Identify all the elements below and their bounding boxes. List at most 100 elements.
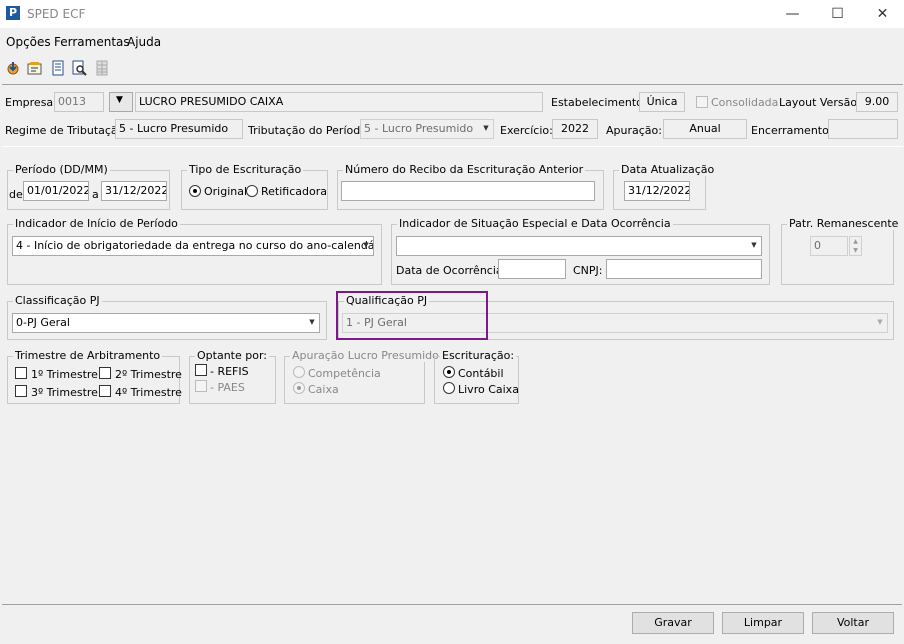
properties-icon[interactable] bbox=[27, 60, 43, 76]
bottom-separator bbox=[2, 604, 902, 605]
layout-versao-label: Layout Versão: bbox=[779, 96, 861, 109]
voltar-button[interactable]: Voltar bbox=[812, 612, 894, 634]
periodo-title: Período (DD/MM) bbox=[13, 163, 110, 176]
classificacao-pj-value: 0-PJ Geral bbox=[16, 316, 70, 329]
consolidada-label: Consolidada bbox=[711, 96, 779, 109]
retificadora-radio[interactable] bbox=[246, 185, 258, 197]
export-icon[interactable] bbox=[5, 60, 21, 76]
consolidada-checkbox bbox=[696, 96, 708, 108]
data-ocorrencia-label: Data de Ocorrência: bbox=[396, 264, 507, 277]
menu-opcoes[interactable]: Opções bbox=[6, 35, 51, 49]
trimestre-1-label: 1º Trimestre bbox=[31, 368, 98, 381]
patr-remanescente-title: Patr. Remanescente bbox=[787, 217, 901, 230]
situacao-especial-select[interactable]: ▼ bbox=[396, 236, 762, 256]
paes-label: - PAES bbox=[210, 381, 245, 394]
periodo-de-label: de bbox=[9, 188, 23, 201]
refis-checkbox[interactable] bbox=[195, 364, 207, 376]
encerramento-field bbox=[828, 119, 898, 139]
data-atualizacao-title: Data Atualização bbox=[619, 163, 717, 176]
chevron-down-icon: ▼ bbox=[751, 241, 757, 249]
patr-remanescente-input: 0 bbox=[810, 236, 848, 256]
data-ocorrencia-input[interactable] bbox=[498, 259, 566, 279]
escrituracao-title: Escrituração: bbox=[440, 349, 517, 362]
exercicio-label: Exercício: bbox=[500, 124, 553, 137]
livro-caixa-radio[interactable] bbox=[443, 382, 455, 394]
periodo-a-label: a bbox=[92, 188, 99, 201]
inicio-periodo-title: Indicador de Início de Período bbox=[13, 217, 180, 230]
chevron-down-icon: ▼ bbox=[309, 318, 315, 326]
estabelecimento-label: Estabelecimento: bbox=[551, 96, 647, 109]
optante-title: Optante por: bbox=[195, 349, 269, 362]
tributacao-periodo-label: Tributação do Período: bbox=[248, 124, 371, 137]
menu-ferramentas[interactable]: Ferramentas bbox=[54, 35, 130, 49]
chevron-down-icon: ▼ bbox=[877, 318, 883, 326]
trimestre-1-checkbox[interactable] bbox=[15, 367, 27, 379]
retificadora-label: Retificadora bbox=[261, 185, 327, 198]
trimestre-3-checkbox[interactable] bbox=[15, 385, 27, 397]
limpar-button[interactable]: Limpar bbox=[722, 612, 804, 634]
document-icon[interactable] bbox=[50, 60, 66, 76]
regime-label: Regime de Tributação: bbox=[5, 124, 129, 137]
competencia-label: Competência bbox=[308, 367, 381, 380]
situacao-especial-title: Indicador de Situação Especial e Data Oc… bbox=[397, 217, 673, 230]
menu-ajuda[interactable]: Ajuda bbox=[127, 35, 161, 49]
trimestre-4-label: 4º Trimestre bbox=[115, 386, 182, 399]
classificacao-pj-title: Classificação PJ bbox=[13, 294, 102, 307]
tipo-escrituracao-title: Tipo de Escrituração bbox=[187, 163, 304, 176]
apuracao-field: Anual bbox=[663, 119, 747, 139]
chevron-down-icon: ▼ bbox=[483, 124, 489, 132]
trimestre-4-checkbox[interactable] bbox=[99, 385, 111, 397]
periodo-de-input[interactable]: 01/01/2022 bbox=[23, 181, 89, 201]
caixa-label: Caixa bbox=[308, 383, 339, 396]
apuracao-label: Apuração: bbox=[606, 124, 662, 137]
qualificacao-highlight-box bbox=[336, 291, 488, 340]
gravar-button[interactable]: Gravar bbox=[632, 612, 714, 634]
close-button[interactable]: ✕ bbox=[860, 0, 904, 28]
contabil-label: Contábil bbox=[458, 367, 504, 380]
empresa-dropdown-button[interactable]: ▼ bbox=[109, 92, 133, 112]
regime-field: 5 - Lucro Presumido bbox=[115, 119, 243, 139]
caixa-radio bbox=[293, 382, 305, 394]
original-label: Original bbox=[204, 185, 248, 198]
grid-icon bbox=[96, 60, 108, 76]
patr-spinner: ▲ ▼ bbox=[849, 236, 862, 256]
data-atualizacao-input[interactable]: 31/12/2022 bbox=[624, 181, 690, 201]
cnpj-label: CNPJ: bbox=[573, 264, 603, 277]
chevron-down-icon: ▼ bbox=[116, 95, 123, 105]
title-bar: P SPED ECF — ☐ ✕ bbox=[0, 0, 904, 28]
classificacao-pj-select[interactable]: 0-PJ Geral ▼ bbox=[12, 313, 320, 333]
trimestre-3-label: 3º Trimestre bbox=[31, 386, 98, 399]
refis-label: - REFIS bbox=[210, 365, 249, 378]
trimestre-2-checkbox[interactable] bbox=[99, 367, 111, 379]
apuracao-lp-title: Apuração Lucro Presumido bbox=[290, 349, 441, 362]
preview-icon[interactable] bbox=[71, 60, 87, 76]
estabelecimento-field: Única bbox=[639, 92, 685, 112]
recibo-title: Número do Recibo da Escrituração Anterio… bbox=[343, 163, 586, 176]
maximize-button[interactable]: ☐ bbox=[815, 0, 860, 28]
layout-versao-field: 9.00 bbox=[856, 92, 898, 112]
empresa-label: Empresa: bbox=[5, 96, 57, 109]
window-title: SPED ECF bbox=[27, 7, 86, 21]
paes-checkbox bbox=[195, 380, 207, 392]
inicio-periodo-select[interactable]: 4 - Início de obrigatoriedade da entrega… bbox=[12, 236, 374, 256]
encerramento-label: Encerramento: bbox=[751, 124, 833, 137]
periodo-a-input[interactable]: 31/12/2022 bbox=[101, 181, 167, 201]
trimestre-title: Trimestre de Arbitramento bbox=[13, 349, 163, 362]
minimize-button[interactable]: — bbox=[770, 0, 815, 28]
empresa-code-field: 0013 bbox=[54, 92, 104, 112]
trimestre-2-label: 2º Trimestre bbox=[115, 368, 182, 381]
original-radio[interactable] bbox=[189, 185, 201, 197]
apuracao-lp-group: Apuração Lucro Presumido bbox=[284, 349, 441, 404]
competencia-radio bbox=[293, 366, 305, 378]
contabil-radio[interactable] bbox=[443, 366, 455, 378]
tributacao-periodo-value: 5 - Lucro Presumido bbox=[364, 122, 474, 135]
exercicio-field: 2022 bbox=[552, 119, 598, 139]
cnpj-input[interactable] bbox=[606, 259, 762, 279]
chevron-down-icon: ▼ bbox=[363, 241, 369, 249]
menu-bar: Opções Ferramentas Ajuda bbox=[0, 32, 904, 52]
inicio-periodo-value: 4 - Início de obrigatoriedade da entrega… bbox=[16, 239, 374, 252]
escrituracao-group: Escrituração: bbox=[434, 349, 519, 404]
livro-caixa-label: Livro Caixa bbox=[458, 383, 519, 396]
toolbar bbox=[0, 56, 904, 80]
recibo-input[interactable] bbox=[341, 181, 595, 201]
